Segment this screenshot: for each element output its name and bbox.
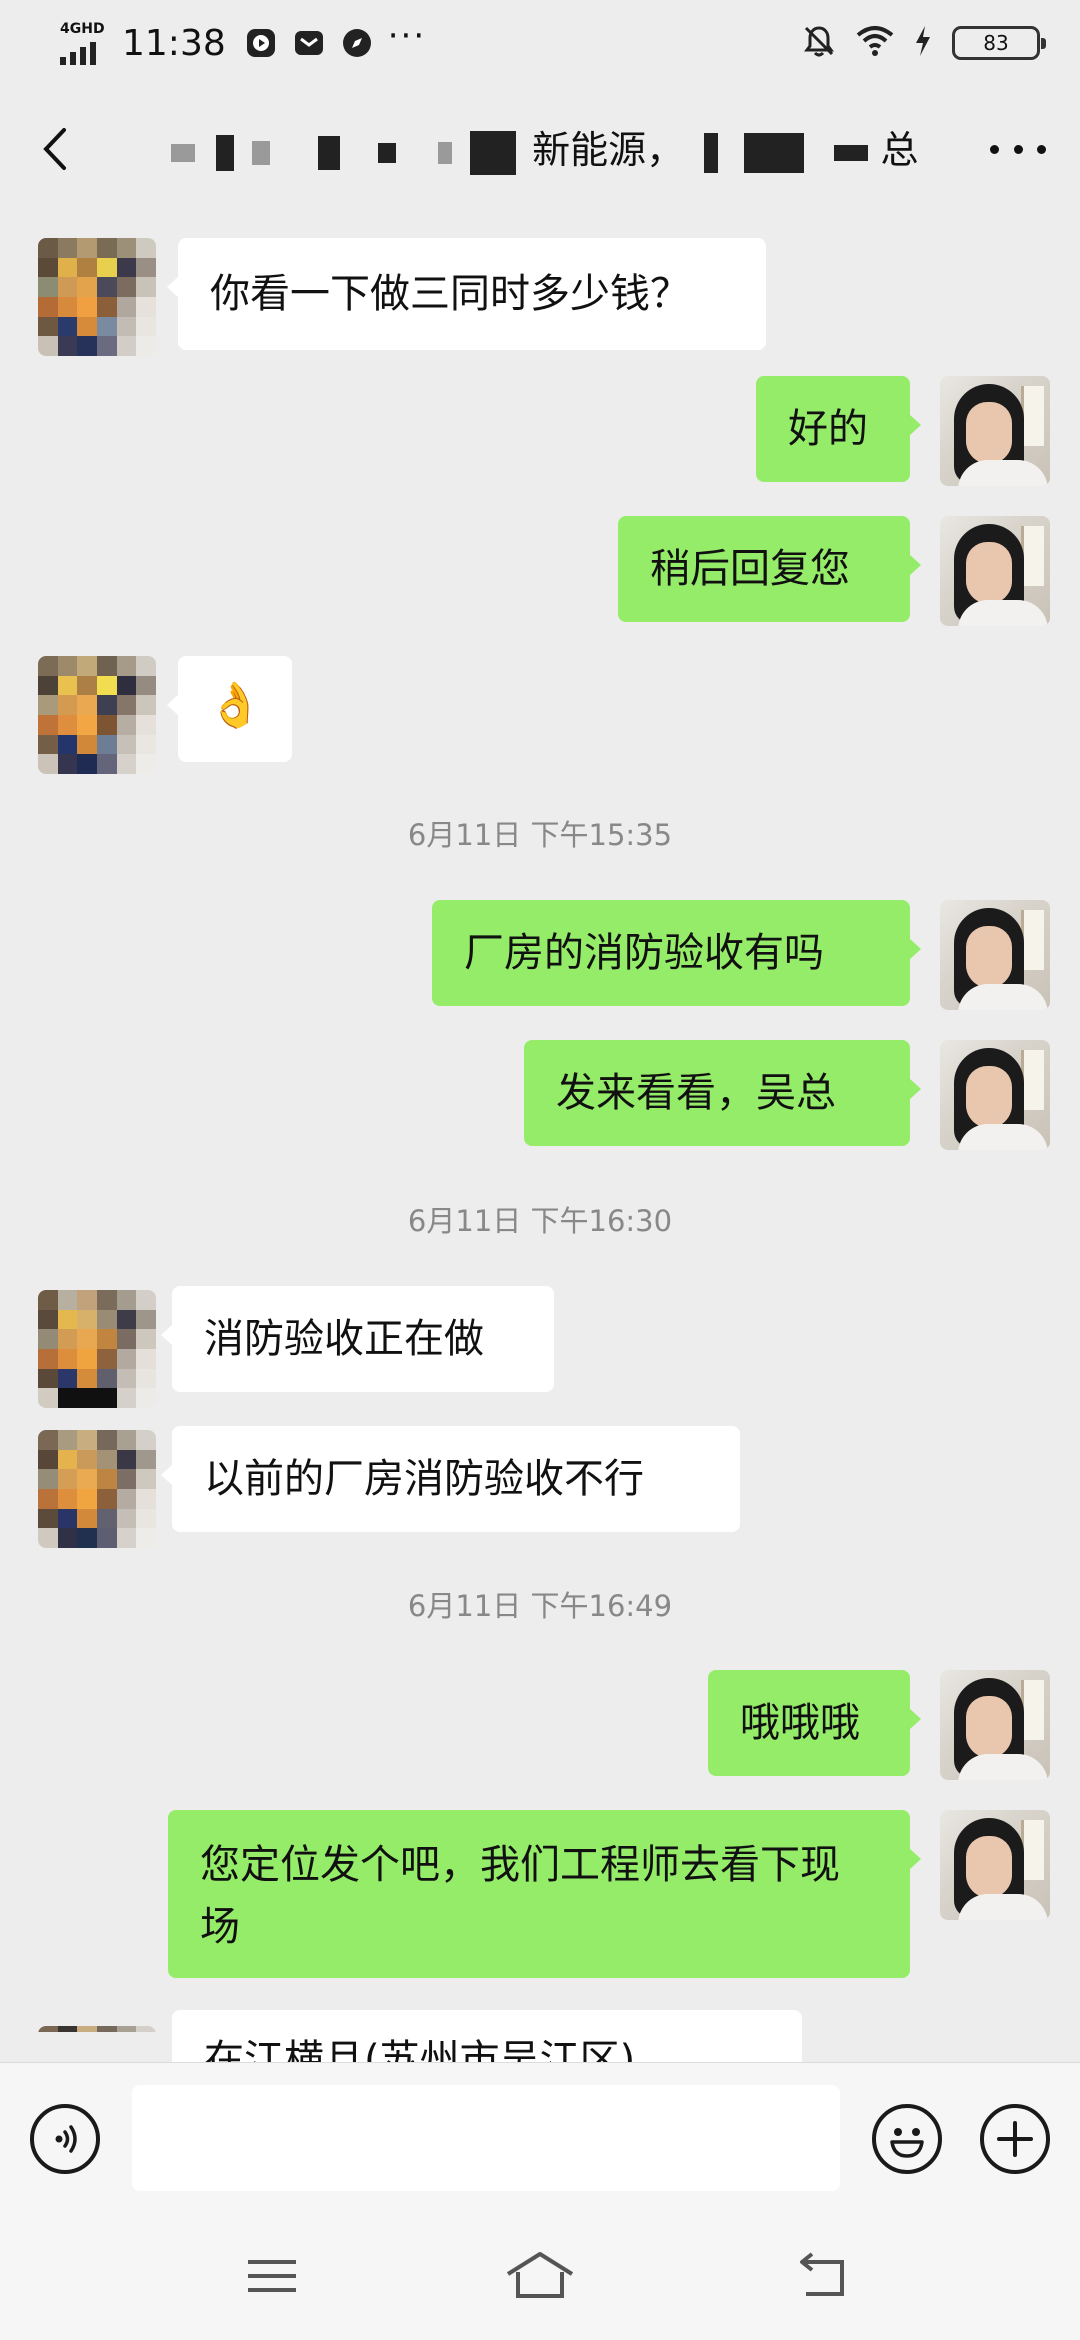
message-text: 消防验收正在做 [204, 1316, 484, 1362]
message-text: 发来看看，吴总 [556, 1070, 836, 1116]
wifi-icon [856, 25, 894, 61]
message-bubble-outgoing[interactable]: 您定位发个吧，我们工程师去看下现场 [168, 1810, 921, 1978]
chat-header: 新能源， 总 [0, 100, 1080, 200]
dot-icon [1013, 144, 1023, 154]
dot-icon [1037, 144, 1046, 154]
message-bubble-incoming[interactable]: 👌 [167, 656, 292, 762]
more-functions-button[interactable] [980, 2104, 1050, 2174]
plus-icon [997, 2121, 1033, 2157]
my-avatar[interactable] [940, 1040, 1050, 1150]
chat-title: 新能源， 总 [150, 122, 940, 178]
my-avatar[interactable] [940, 1810, 1050, 1920]
home-button[interactable] [504, 2248, 576, 2304]
message-text: 你看一下做三同时多少钱？ [210, 271, 690, 317]
signal-icon: 4GHD [58, 21, 108, 65]
message-bubble-outgoing[interactable]: 好的 [756, 376, 921, 482]
my-avatar[interactable] [940, 516, 1050, 626]
message-bubble-incoming[interactable]: 以前的厂房消防验收不行 [161, 1426, 740, 1532]
contact-avatar[interactable] [38, 2026, 156, 2062]
more-options-button[interactable] [990, 124, 1046, 174]
mail-icon [292, 26, 326, 60]
battery-icon: 83 [952, 26, 1046, 60]
voice-button[interactable] [30, 2104, 100, 2174]
chat-title-text: 新能源， [532, 128, 685, 172]
input-bar [0, 2062, 1080, 2213]
message-input[interactable] [132, 2085, 840, 2191]
pixelated-avatar [38, 1430, 156, 1548]
message-bubble-outgoing[interactable]: 厂房的消防验收有吗 [432, 900, 921, 1006]
menu-icon [248, 2260, 296, 2292]
contact-avatar[interactable] [38, 1290, 156, 1408]
pixelated-avatar [38, 238, 156, 356]
message-text: 稍后回复您 [650, 546, 850, 592]
timestamp: 6月11日 下午15:35 [407, 818, 673, 852]
contact-avatar[interactable] [38, 1430, 156, 1548]
chat-title-tail: 总 [880, 128, 919, 172]
more-notifications: ··· [387, 16, 427, 56]
pixelated-avatar [38, 656, 156, 774]
battery-level: 83 [983, 31, 1009, 55]
message-bubble-outgoing[interactable]: 稍后回复您 [618, 516, 921, 622]
message-bubble-outgoing[interactable]: 哦哦哦 [708, 1670, 921, 1776]
charging-icon [914, 25, 932, 61]
voice-icon [55, 2125, 77, 2153]
my-avatar[interactable] [940, 376, 1050, 486]
message-text: 您定位发个吧，我们工程师去看下现场 [200, 1842, 840, 1950]
pixelated-avatar [38, 2026, 156, 2062]
timestamp: 6月11日 下午16:49 [407, 1589, 673, 1623]
message-text: 厂房的消防验收有吗 [464, 930, 824, 976]
message-text: 好的 [788, 406, 868, 452]
message-bubble-incoming[interactable]: 在江横且(苏州市吴江区) [172, 2010, 802, 2062]
back-nav-icon [800, 2252, 844, 2296]
contact-avatar[interactable] [38, 238, 156, 356]
system-navigation-bar [0, 2212, 1080, 2340]
clock: 11:38 [122, 22, 226, 64]
video-icon [244, 26, 278, 60]
chevron-left-icon [43, 128, 66, 170]
home-icon [506, 2252, 574, 2298]
emoji-button[interactable] [872, 2104, 942, 2174]
message-bubble-incoming[interactable]: 消防验收正在做 [161, 1286, 554, 1392]
message-bubble-outgoing[interactable]: 发来看看，吴总 [524, 1040, 921, 1146]
compass-icon [340, 26, 374, 60]
timestamp: 6月11日 下午16:30 [407, 1204, 673, 1238]
status-bar: 4GHD 11:38 ··· 83 [0, 0, 1080, 84]
message-text: 哦哦哦 [740, 1700, 860, 1746]
dot-icon [990, 144, 999, 154]
network-type: 4GHD [60, 21, 105, 37]
back-button[interactable] [34, 124, 84, 174]
menu-button[interactable] [242, 2248, 302, 2304]
message-text: 在江横且(苏州市吴江区) [204, 2037, 636, 2062]
contact-avatar[interactable] [38, 656, 156, 774]
emoji-icon [890, 2128, 924, 2158]
my-avatar[interactable] [940, 900, 1050, 1010]
message-bubble-incoming[interactable]: 你看一下做三同时多少钱？ [167, 238, 766, 350]
ok-hand-emoji: 👌 [207, 680, 263, 731]
message-text: 以前的厂房消防验收不行 [204, 1456, 644, 1502]
pixelated-avatar [38, 1290, 156, 1408]
my-avatar[interactable] [940, 1670, 1050, 1780]
back-nav-button[interactable] [792, 2248, 852, 2304]
bell-off-icon [802, 24, 836, 62]
